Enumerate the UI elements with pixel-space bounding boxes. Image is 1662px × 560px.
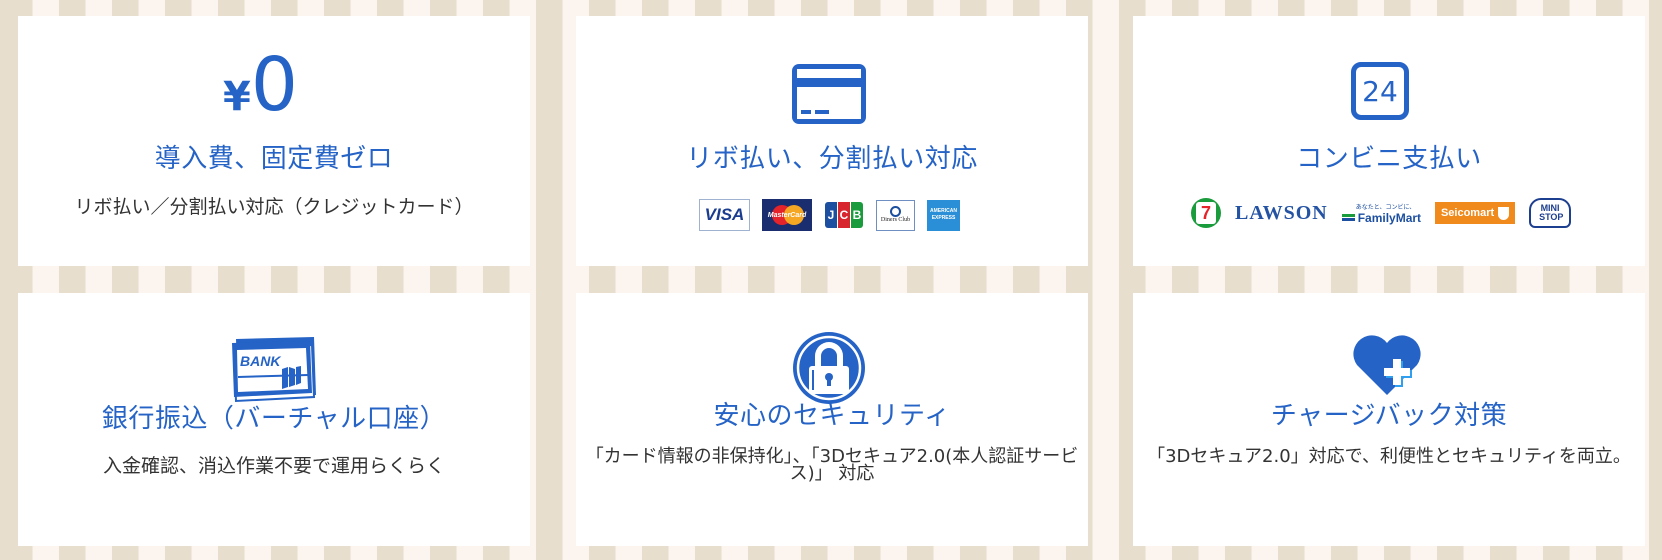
feature-card-installments: リボ払い、分割払い対応 VISA MasterCard J C B Diners… bbox=[576, 16, 1088, 266]
card-description: リボ払い／分割払い対応（クレジットカード） bbox=[74, 196, 474, 218]
diners-club-logo: Diners Club bbox=[876, 199, 915, 231]
familymart-logo: あなたと、コンビに、 FamilyMart bbox=[1341, 198, 1421, 228]
card-title: 安心のセキュリティ bbox=[713, 401, 951, 431]
feature-card-bank-transfer: BANK 銀行振込（バーチャル口座） 入金確認、消込作業不要で運用らくらく bbox=[18, 293, 530, 546]
card-title: 銀行振込（バーチャル口座） bbox=[101, 404, 447, 434]
card-title: 導入費、固定費ゼロ bbox=[154, 144, 394, 174]
card-description: 「3Dセキュア2.0」対応で、利便性とセキュリティを両立。 bbox=[1147, 446, 1631, 467]
card-title: リボ払い、分割払い対応 bbox=[686, 144, 978, 174]
jcb-logo: J C B bbox=[824, 199, 864, 231]
bank-label: BANK bbox=[240, 353, 281, 369]
card-title: チャージバック対策 bbox=[1270, 401, 1508, 431]
24-hours-icon: 24 bbox=[1351, 62, 1409, 120]
visa-logo: VISA bbox=[699, 199, 750, 231]
card-description: 「カード情報の非保持化」、「3Dセキュア2.0(本人認証サービス)」 対応 bbox=[585, 446, 1079, 484]
seven-eleven-logo: 7 bbox=[1191, 198, 1221, 228]
mastercard-logo: MasterCard bbox=[762, 199, 812, 231]
bank-book-icon: BANK bbox=[232, 337, 316, 403]
heart-plus-icon bbox=[1353, 335, 1421, 395]
yen-zero-icon: ¥0 bbox=[223, 42, 298, 128]
feature-card-convenience-store: 24 コンビニ支払い 7 LAWSON あなたと、コンビに、 FamilyMar… bbox=[1133, 16, 1645, 266]
feature-card-security: 安心のセキュリティ 「カード情報の非保持化」、「3Dセキュア2.0(本人認証サー… bbox=[576, 293, 1088, 546]
card-brand-logos: VISA MasterCard J C B Diners Club AMERIC… bbox=[699, 199, 960, 231]
convenience-store-logos: 7 LAWSON あなたと、コンビに、 FamilyMart Seicomart… bbox=[1191, 198, 1572, 228]
credit-card-icon bbox=[792, 64, 866, 124]
ministop-logo: MINI STOP bbox=[1529, 198, 1572, 228]
feature-card-zero-fee: ¥0 導入費、固定費ゼロ リボ払い／分割払い対応（クレジットカード） bbox=[18, 16, 530, 266]
lawson-logo: LAWSON bbox=[1235, 201, 1328, 224]
seicomart-logo: Seicomart bbox=[1435, 202, 1516, 224]
feature-card-chargeback: チャージバック対策 「3Dセキュア2.0」対応で、利便性とセキュリティを両立。 bbox=[1133, 293, 1645, 546]
card-description: 入金確認、消込作業不要で運用らくらく bbox=[102, 455, 445, 477]
american-express-logo: AMERICAN EXPRESS bbox=[927, 199, 960, 231]
card-title: コンビニ支払い bbox=[1296, 144, 1482, 174]
